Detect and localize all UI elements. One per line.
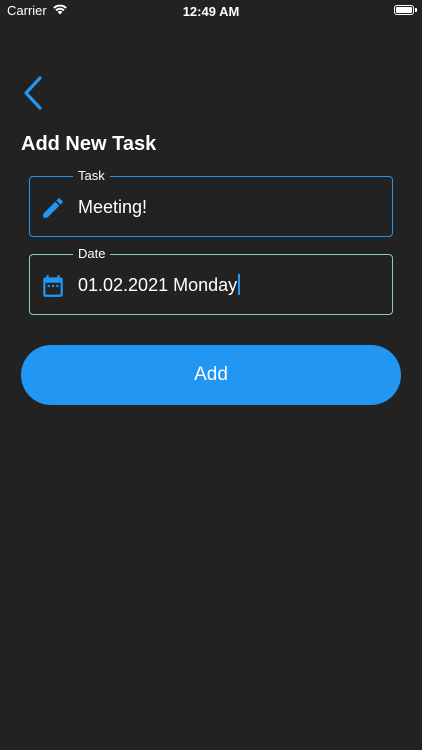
back-button[interactable] (16, 72, 50, 114)
status-time: 12:49 AM (182, 4, 240, 19)
pencil-icon (43, 198, 63, 218)
date-input-value: 01.02.2021 Monday (78, 275, 238, 295)
page-title: Add New Task (21, 133, 157, 155)
battery-fill (396, 7, 412, 13)
battery-icon (394, 5, 414, 15)
task-input-value: Meeting! (78, 197, 148, 217)
date-field-label: Date (73, 246, 111, 262)
text-cursor (238, 274, 241, 295)
task-field-label: Task (73, 168, 110, 184)
date-field[interactable]: Date 01.02.2021 Monday (29, 246, 393, 315)
battery-tip (415, 8, 417, 12)
task-field[interactable]: Task Meeting! (29, 168, 393, 237)
date-input[interactable]: 01.02.2021 Monday (78, 272, 378, 298)
add-button[interactable]: Add (21, 345, 401, 405)
chevron-left-icon (24, 76, 42, 110)
calendar-icon (43, 275, 63, 297)
status-bar: Carrier 12:49 AM (0, 0, 422, 24)
task-input[interactable]: Meeting! (78, 194, 378, 220)
